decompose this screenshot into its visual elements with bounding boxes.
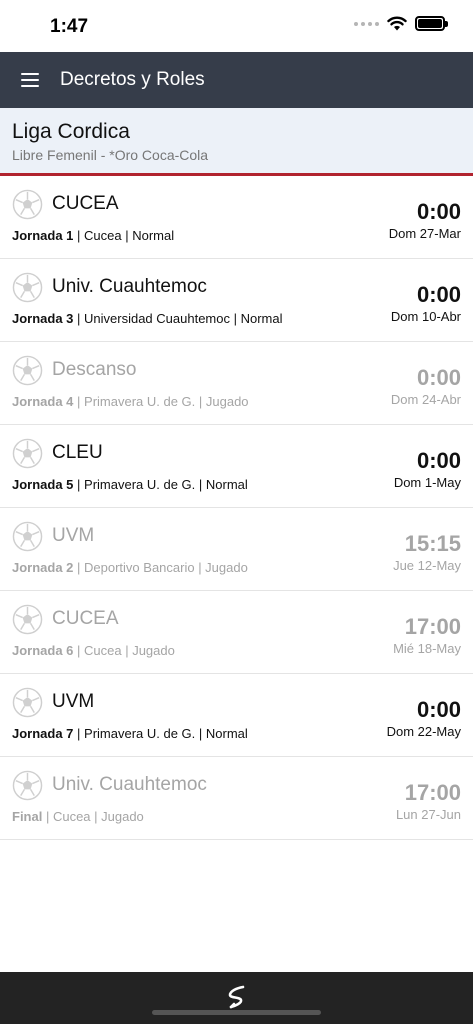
soccer-ball-icon — [12, 438, 43, 469]
hamburger-icon — [21, 73, 39, 87]
jornada-label: Jornada 6 — [12, 643, 74, 658]
status-icons — [354, 16, 448, 31]
match-date: Mié 18-May — [393, 641, 461, 656]
match-date: Dom 27-Mar — [388, 226, 461, 241]
jornada-label: Jornada 2 — [12, 560, 74, 575]
soccer-ball-icon — [12, 272, 43, 303]
jornada-label: Jornada 7 — [12, 726, 74, 741]
bottom-bar — [0, 972, 473, 1024]
match-info: Final | Cucea | Jugado — [12, 809, 144, 824]
match-list: CUCEA Jornada 1 | Cucea | Normal 0:00 Do… — [0, 176, 473, 840]
match-time: 0:00 — [416, 199, 461, 224]
soccer-ball-icon — [12, 355, 43, 386]
team-name: Descanso — [52, 359, 137, 380]
status-bar: 1:47 — [0, 0, 473, 52]
jornada-label: Jornada 5 — [12, 477, 74, 492]
match-date: Dom 10-Abr — [390, 309, 461, 324]
soccer-ball-icon — [12, 521, 43, 552]
jornada-label: Jornada 1 — [12, 228, 74, 243]
match-details: | Primavera U. de G. | Jugado — [73, 394, 249, 409]
match-details: | Cucea | Jugado — [42, 809, 144, 824]
team-name: UVM — [52, 525, 95, 546]
match-info: Jornada 1 | Cucea | Normal — [12, 228, 174, 243]
jornada-label: Jornada 3 — [12, 311, 74, 326]
match-date: Dom 1-May — [393, 475, 461, 490]
home-indicator[interactable] — [152, 1010, 321, 1015]
match-row[interactable]: CLEU Jornada 5 | Primavera U. de G. | No… — [0, 425, 473, 508]
match-time: 15:15 — [404, 531, 461, 556]
status-time: 1:47 — [50, 16, 89, 37]
match-row[interactable]: UVM Jornada 7 | Primavera U. de G. | Nor… — [0, 674, 473, 757]
match-row[interactable]: Univ. Cuauhtemoc Final | Cucea | Jugado … — [0, 757, 473, 840]
match-time: 0:00 — [416, 282, 461, 307]
match-info: Jornada 2 | Deportivo Bancario | Jugado — [12, 560, 248, 575]
match-details: | Cucea | Normal — [73, 228, 175, 243]
match-details: | Universidad Cuauhtemoc | Normal — [73, 311, 283, 326]
league-category: Libre Femenil - *Oro Coca-Cola — [12, 147, 209, 163]
match-time: 0:00 — [416, 697, 461, 722]
team-name: CUCEA — [52, 193, 119, 214]
match-info: Jornada 7 | Primavera U. de G. | Normal — [12, 726, 248, 741]
jornada-label: Jornada 4 — [12, 394, 74, 409]
match-info: Jornada 3 | Universidad Cuauhtemoc | Nor… — [12, 311, 282, 326]
league-name: Liga Cordica — [12, 120, 130, 143]
menu-button[interactable] — [0, 52, 60, 108]
match-time: 17:00 — [404, 780, 461, 805]
team-name: Univ. Cuauhtemoc — [52, 276, 207, 297]
match-details: | Cucea | Jugado — [73, 643, 175, 658]
team-name: UVM — [52, 691, 95, 712]
match-date: Dom 24-Abr — [390, 392, 461, 407]
battery-icon — [415, 16, 448, 31]
soccer-ball-icon — [12, 687, 43, 718]
match-details: | Primavera U. de G. | Normal — [73, 726, 248, 741]
team-name: CUCEA — [52, 608, 119, 629]
soccer-ball-icon — [12, 770, 43, 801]
match-time: 0:00 — [416, 448, 461, 473]
match-date: Lun 27-Jun — [395, 807, 461, 822]
wifi-icon — [387, 16, 407, 31]
match-date: Dom 22-May — [386, 724, 461, 739]
match-details: | Deportivo Bancario | Jugado — [73, 560, 248, 575]
app-logo-icon — [228, 985, 245, 1009]
soccer-ball-icon — [12, 604, 43, 635]
match-info: Jornada 4 | Primavera U. de G. | Jugado — [12, 394, 249, 409]
match-row[interactable]: CUCEA Jornada 1 | Cucea | Normal 0:00 Do… — [0, 176, 473, 259]
match-info: Jornada 5 | Primavera U. de G. | Normal — [12, 477, 248, 492]
cellular-signal-icon — [354, 21, 379, 26]
match-date: Jue 12-May — [393, 558, 461, 573]
match-details: | Primavera U. de G. | Normal — [73, 477, 248, 492]
match-time: 17:00 — [404, 614, 461, 639]
page-title: Decretos y Roles — [60, 69, 205, 90]
soccer-ball-icon — [12, 189, 43, 220]
match-row[interactable]: CUCEA Jornada 6 | Cucea | Jugado 17:00 M… — [0, 591, 473, 674]
jornada-label: Final — [12, 809, 43, 824]
team-name: CLEU — [52, 442, 103, 463]
match-info: Jornada 6 | Cucea | Jugado — [12, 643, 175, 658]
match-time: 0:00 — [416, 365, 461, 390]
nav-bar: Decretos y Roles — [0, 52, 473, 108]
match-row[interactable]: Univ. Cuauhtemoc Jornada 3 | Universidad… — [0, 259, 473, 342]
match-row[interactable]: UVM Jornada 2 | Deportivo Bancario | Jug… — [0, 508, 473, 591]
match-row[interactable]: Descanso Jornada 4 | Primavera U. de G. … — [0, 342, 473, 425]
team-name: Univ. Cuauhtemoc — [52, 774, 207, 795]
league-header: Liga Cordica Libre Femenil - *Oro Coca-C… — [0, 108, 473, 176]
